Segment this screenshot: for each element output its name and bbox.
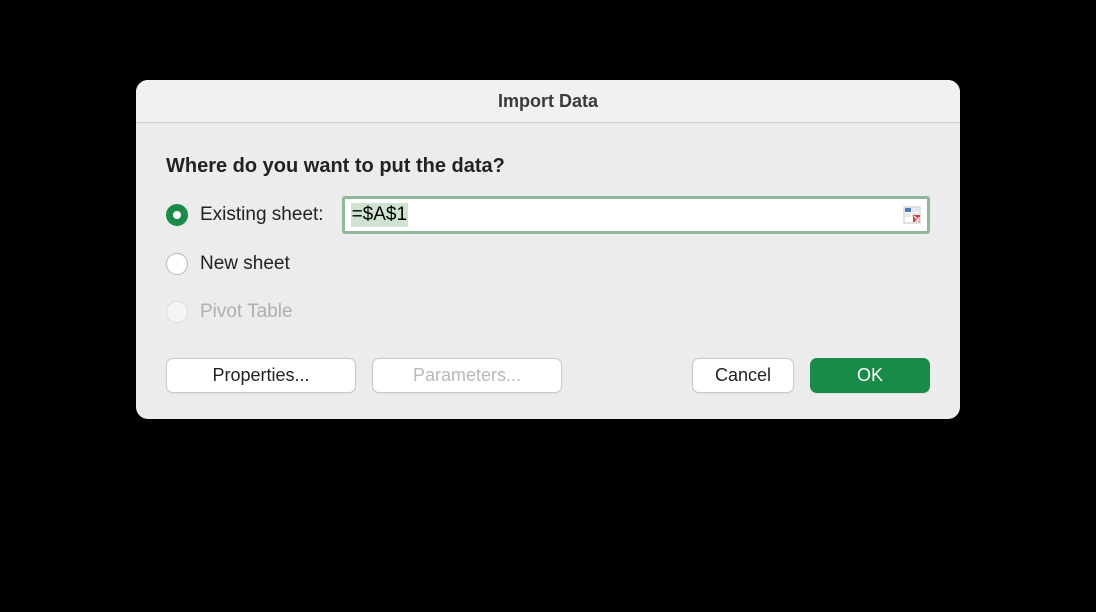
dialog-button-row: Properties... Parameters... Cancel OK [166, 358, 930, 393]
radio-existing-sheet-label[interactable]: Existing sheet: [200, 204, 324, 226]
ok-button[interactable]: OK [810, 358, 930, 393]
cancel-button[interactable]: Cancel [692, 358, 794, 393]
properties-button[interactable]: Properties... [166, 358, 356, 393]
radio-existing-sheet[interactable] [166, 204, 188, 226]
option-pivot-table-row: Pivot Table [166, 294, 930, 330]
dialog-content: Where do you want to put the data? Exist… [136, 123, 960, 419]
cell-reference-input[interactable]: =$A$1 [351, 203, 408, 227]
import-data-dialog: Import Data Where do you want to put the… [136, 80, 960, 419]
radio-pivot-table-label: Pivot Table [200, 301, 293, 323]
option-new-sheet-row: New sheet [166, 246, 930, 282]
cell-reference-input-wrapper: =$A$1 [342, 196, 930, 234]
dialog-titlebar: Import Data [136, 80, 960, 123]
option-existing-sheet-row: Existing sheet: =$A$1 [166, 196, 930, 234]
dialog-prompt: Where do you want to put the data? [166, 155, 930, 178]
radio-new-sheet-label[interactable]: New sheet [200, 253, 290, 275]
parameters-button: Parameters... [372, 358, 562, 393]
range-picker-icon[interactable] [903, 206, 921, 224]
radio-new-sheet[interactable] [166, 253, 188, 275]
radio-pivot-table [166, 301, 188, 323]
dialog-title: Import Data [136, 91, 960, 112]
